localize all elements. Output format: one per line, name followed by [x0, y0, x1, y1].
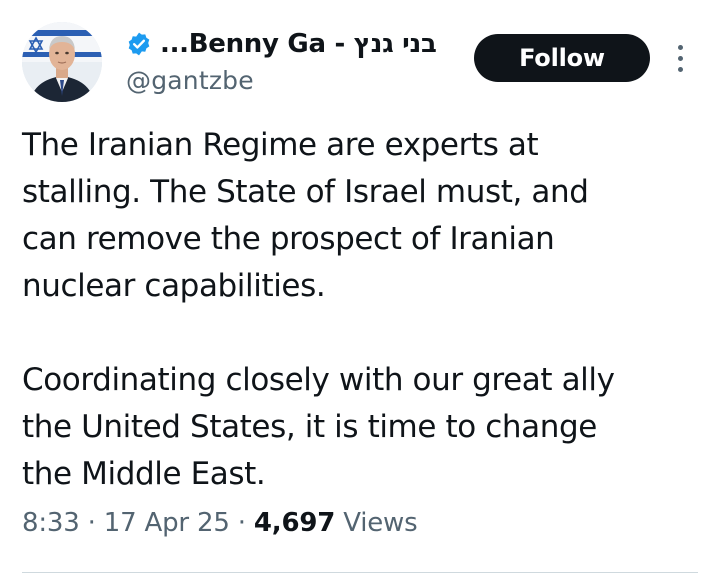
author-names: בני גנץ - Benny Ga... @gantzbe [126, 24, 466, 95]
more-dot [677, 66, 683, 72]
tweet-line: the United States, it is time to change [22, 409, 597, 445]
tweet-card: בני גנץ - Benny Ga... @gantzbe Follow Th… [0, 0, 720, 588]
author-handle[interactable]: @gantzbe [126, 66, 466, 95]
bottom-divider [22, 572, 698, 573]
tweet-line: The Iranian Regime are experts at [22, 127, 539, 163]
more-options-icon[interactable] [668, 36, 692, 80]
tweet-time[interactable]: 8:33 [22, 508, 80, 538]
profile-photo-icon [22, 22, 102, 102]
tweet-line: nuclear capabilities. [22, 268, 326, 304]
tweet-text: The Iranian Regime are experts at stalli… [22, 122, 702, 498]
meta-separator: · [79, 508, 104, 538]
meta-separator: · [229, 508, 254, 538]
tweet-line: Coordinating closely with our great ally [22, 362, 615, 398]
tweet-line: the Middle East. [22, 456, 266, 492]
tweet-header: בני גנץ - Benny Ga... @gantzbe Follow [22, 22, 698, 104]
views-label: Views [335, 508, 418, 538]
verified-badge-icon [128, 32, 150, 56]
tweet-line: can remove the prospect of Iranian [22, 221, 555, 257]
tweet-date[interactable]: 17 Apr 25 [104, 508, 230, 538]
views-count: 4,697 [253, 508, 336, 538]
author-display-name: בני גנץ - Benny Ga... [160, 29, 437, 59]
more-dot [677, 44, 683, 50]
tweet-meta: 8:33 · 17 Apr 25 · 4,697 Views [22, 508, 418, 538]
display-name-row[interactable]: בני גנץ - Benny Ga... [126, 24, 466, 64]
more-dot [677, 55, 683, 61]
tweet-line: stalling. The State of Israel must, and [22, 174, 589, 210]
follow-button[interactable]: Follow [474, 34, 650, 82]
author-avatar[interactable] [22, 22, 102, 102]
